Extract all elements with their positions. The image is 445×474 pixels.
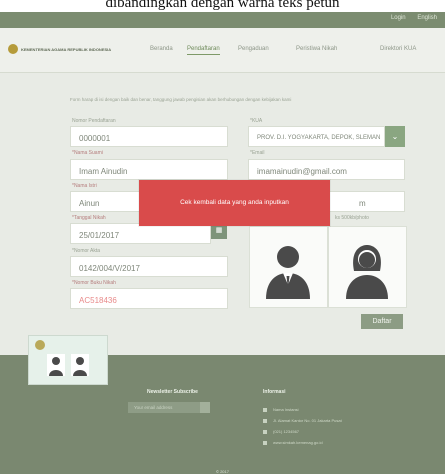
email-input[interactable]: imamainudin@gmail.com	[248, 159, 405, 180]
location-icon	[263, 418, 267, 423]
copyright: © 2017	[216, 469, 229, 474]
tanggal-nikah-input[interactable]: 25/01/2017	[70, 223, 211, 244]
kua-label: *KUA	[250, 118, 263, 124]
nomor-akta-label: *Nomor Akta	[72, 248, 101, 254]
login-link[interactable]: Login	[391, 15, 406, 21]
email-label: *Email	[250, 150, 265, 156]
nav-beranda[interactable]: Beranda	[150, 46, 173, 52]
nav-pengaduan[interactable]: Pengaduan	[238, 46, 269, 52]
nomor-pendaftaran-label: Nomor Pendaftaran	[72, 118, 116, 124]
ministry-logo-icon	[8, 44, 18, 54]
nav-pendaftaran[interactable]: Pendaftaran	[187, 46, 220, 55]
male-avatar-icon	[266, 246, 310, 299]
female-avatar-icon	[346, 245, 388, 299]
info-line-name: Nama Instansi	[263, 407, 299, 412]
language-link[interactable]: English	[417, 15, 437, 21]
top-links: Login English	[381, 15, 437, 21]
info-title: Informasi	[263, 389, 286, 395]
nomor-akta-input[interactable]: 0142/004/V/2017	[70, 256, 228, 277]
husband-photo-upload[interactable]	[249, 226, 328, 308]
newsletter-email-input[interactable]: Your email address	[128, 402, 200, 413]
photo-size-note: ks 500kb/photo	[335, 215, 369, 221]
top-bar: Login English	[0, 12, 445, 28]
tanggal-nikah-label: *Tanggal Nikah	[72, 215, 106, 221]
building-icon	[263, 407, 267, 412]
brand-name: KEMENTERIAN AGAMA REPUBLIK INDONESIA	[21, 47, 112, 52]
newsletter-submit-button[interactable]	[200, 402, 210, 413]
info-line-website: www.simkah.kemenag.go.id	[263, 440, 323, 445]
nav-peristiwa-nikah[interactable]: Peristiwa Nikah	[296, 46, 337, 52]
marriage-card-image	[28, 335, 108, 385]
navbar: KEMENTERIAN AGAMA REPUBLIK INDONESIA Ber…	[0, 28, 445, 73]
chevron-down-icon: ⌄	[391, 132, 399, 141]
kua-select[interactable]: PROV. D.I. YOGYAKARTA, DEPOK, SLEMAN	[248, 126, 385, 147]
info-line-address: Jl. Alamat Kantor No. 01 Jakarta Pusat	[263, 418, 342, 423]
daftar-button[interactable]: Daftar	[361, 314, 403, 329]
globe-icon	[263, 440, 267, 445]
newsletter-title: Newsletter Subscribe	[147, 389, 198, 395]
caption-text: dibandingkan dengan warna teks petun	[0, 0, 445, 12]
calendar-icon: ▦	[215, 227, 223, 234]
card-seal-icon	[35, 340, 45, 350]
nomor-buku-input[interactable]: AC518436	[70, 288, 228, 309]
form-intro: Form harap di isi dengan baik dan benar,…	[70, 97, 292, 102]
phone-icon	[263, 429, 267, 434]
nomor-buku-label: *Nomor Buku Nikah	[72, 280, 116, 286]
couple-icon	[47, 354, 89, 376]
nama-suami-input[interactable]: Imam Ainudin	[70, 159, 228, 180]
nama-istri-label: *Nama Istri	[72, 183, 97, 189]
nomor-pendaftaran-input[interactable]: 0000001	[70, 126, 228, 147]
info-line-phone: (021) 1234567	[263, 429, 299, 434]
error-alert: Cek kembali data yang anda inputkan	[139, 180, 330, 226]
nav-direktori-kua[interactable]: Direktori KUA	[380, 46, 416, 52]
kua-dropdown-button[interactable]: ⌄	[385, 126, 405, 147]
nama-suami-label: *Nama Suami	[72, 150, 103, 156]
wife-photo-upload[interactable]	[328, 226, 407, 308]
